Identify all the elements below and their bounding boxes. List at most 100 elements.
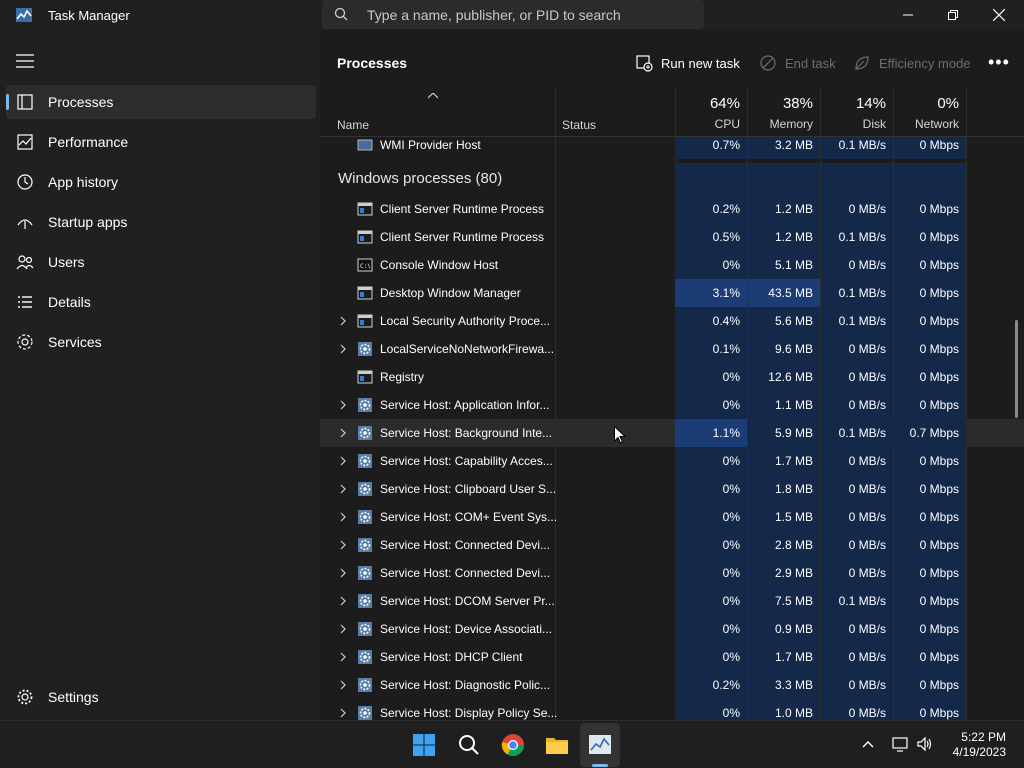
network-value: 0 Mbps: [894, 279, 966, 307]
processes-icon: [17, 94, 33, 110]
chevron-right-icon[interactable]: [338, 623, 348, 635]
table-row[interactable]: Service Host: Connected Devi... 0% 2.8 MB 0…: [320, 531, 1024, 559]
sort-up-icon[interactable]: [428, 93, 438, 99]
table-row[interactable]: Service Host: Display Policy Se... 0% 1.0 …: [320, 699, 1024, 720]
chevron-right-icon[interactable]: [338, 511, 348, 523]
table-row[interactable]: C:\ Console Window Host 0% 5.1 MB 0 MB/s 0 Mb…: [320, 251, 1024, 279]
memory-value: 5.6 MB: [748, 307, 820, 335]
table-row[interactable]: Service Host: DCOM Server Pr... 0% 7.5 MB 0…: [320, 587, 1024, 615]
process-name: Service Host: DCOM Server Pr...: [380, 594, 555, 608]
disk-value: 0 MB/s: [821, 671, 893, 699]
chevron-up-icon[interactable]: [862, 740, 874, 748]
restore-button[interactable]: [930, 0, 976, 30]
clock-date: 4/19/2023: [952, 745, 1006, 759]
sidebar-item-label: Startup apps: [48, 214, 128, 230]
close-button[interactable]: [976, 0, 1022, 30]
table-row[interactable]: Service Host: Device Associati... 0% 0.9 M…: [320, 615, 1024, 643]
sidebar-item-details[interactable]: Details: [6, 285, 316, 319]
memory-value: 5.1 MB: [748, 251, 820, 279]
minimize-button[interactable]: [885, 0, 931, 30]
process-name: Service Host: Application Infor...: [380, 398, 550, 412]
chevron-right-icon[interactable]: [338, 707, 348, 719]
table-row[interactable]: Service Host: Capability Acces... 0% 1.7 M…: [320, 447, 1024, 475]
column-name[interactable]: Name: [337, 118, 369, 132]
sidebar-item-performance[interactable]: Performance: [6, 125, 316, 159]
network-icon[interactable]: [892, 736, 910, 752]
task-manager-taskbar-icon[interactable]: [587, 732, 613, 758]
column-memory[interactable]: 38% Memory: [748, 88, 820, 136]
table-row[interactable]: Service Host: Connected Devi... 0% 2.9 MB 0…: [320, 559, 1024, 587]
table-row[interactable]: Desktop Window Manager 3.1% 43.5 MB 0.1 MB/…: [320, 279, 1024, 307]
end-task-button[interactable]: End task: [759, 52, 836, 74]
chevron-right-icon[interactable]: [338, 315, 348, 327]
search-input[interactable]: Type a name, publisher, or PID to search: [367, 7, 621, 23]
disk-value: 0 MB/s: [821, 363, 893, 391]
gear-icon: [358, 538, 372, 552]
gear-icon: [358, 342, 372, 356]
table-row[interactable]: Service Host: Application Infor... 0% 1.1 …: [320, 391, 1024, 419]
chevron-right-icon[interactable]: [338, 427, 348, 439]
chevron-right-icon[interactable]: [338, 679, 348, 691]
memory-value: 1.2 MB: [748, 195, 820, 223]
column-cpu[interactable]: 64% CPU: [675, 88, 747, 136]
chevron-right-icon[interactable]: [338, 595, 348, 607]
column-network[interactable]: 0% Network: [894, 88, 966, 136]
chevron-right-icon[interactable]: [338, 651, 348, 663]
sidebar-item-app-history[interactable]: App history: [6, 165, 316, 199]
table-row[interactable]: Service Host: Clipboard User S... 0% 1.8 M…: [320, 475, 1024, 503]
file-explorer-icon[interactable]: [544, 732, 570, 758]
table-row[interactable]: Service Host: Diagnostic Polic... 0.2% 3.3…: [320, 671, 1024, 699]
sidebar-item-settings[interactable]: Settings: [6, 680, 316, 714]
efficiency-mode-label: Efficiency mode: [879, 55, 971, 71]
efficiency-mode-button[interactable]: Efficiency mode: [853, 52, 971, 74]
scrollbar-thumb[interactable]: [1015, 320, 1018, 418]
process-name: Service Host: Connected Devi...: [380, 538, 551, 552]
table-row[interactable]: Registry 0% 12.6 MB 0 MB/s 0 Mbps: [320, 363, 1024, 391]
window-icon: [357, 314, 373, 328]
table-row[interactable]: Service Host: DHCP Client 0% 1.7 MB 0 MB/s 0…: [320, 643, 1024, 671]
chevron-right-icon[interactable]: [338, 455, 348, 467]
gear-icon: [358, 398, 372, 412]
column-disk[interactable]: 14% Disk: [821, 88, 893, 136]
search-taskbar-icon[interactable]: [456, 732, 482, 758]
table-row[interactable]: WMI Provider Host 0.7% 3.2 MB 0.1 MB/s 0…: [320, 137, 1024, 159]
sidebar-item-processes[interactable]: Processes: [6, 85, 316, 119]
column-status[interactable]: Status: [562, 118, 596, 132]
cpu-value: 0.2%: [675, 195, 747, 223]
table-row[interactable]: Local Security Authority Proce... 0.4% 5.6…: [320, 307, 1024, 335]
active-indicator: [6, 94, 9, 110]
chevron-right-icon[interactable]: [338, 343, 348, 355]
table-row[interactable]: Service Host: COM+ Event Sys... 0% 1.5 MB 0…: [320, 503, 1024, 531]
cpu-label: CPU: [714, 117, 740, 131]
sidebar-item-users[interactable]: Users: [6, 245, 316, 279]
chevron-right-icon[interactable]: [338, 539, 348, 551]
memory-value: 1.7 MB: [748, 643, 820, 671]
gear-icon: [358, 566, 372, 580]
more-options-button[interactable]: •••: [988, 52, 1010, 73]
table-row[interactable]: LocalServiceNoNetworkFirewa... 0.1% 9.6 MB…: [320, 335, 1024, 363]
cpu-value: 0%: [675, 699, 747, 720]
search-box[interactable]: Type a name, publisher, or PID to search: [322, 0, 704, 29]
memory-value: 1.2 MB: [748, 223, 820, 251]
volume-icon[interactable]: [916, 736, 934, 752]
table-row[interactable]: Client Server Runtime Process 0.2% 1.2 MB 0…: [320, 195, 1024, 223]
memory-label: Memory: [769, 117, 813, 131]
hamburger-menu-icon[interactable]: [16, 54, 34, 68]
sidebar-item-services[interactable]: Services: [6, 325, 316, 359]
disk-value: 0 MB/s: [821, 559, 893, 587]
chrome-icon[interactable]: [500, 732, 526, 758]
sidebar-item-startup-apps[interactable]: Startup apps: [6, 205, 316, 239]
network-label: Network: [914, 117, 959, 131]
chevron-right-icon[interactable]: [338, 399, 348, 411]
performance-icon: [17, 134, 33, 150]
memory-value: 1.8 MB: [748, 475, 820, 503]
table-row[interactable]: Service Host: Background Inte... 1.1% 5.9 …: [320, 419, 1024, 447]
chevron-right-icon[interactable]: [338, 567, 348, 579]
system-clock[interactable]: 5:22 PM 4/19/2023: [953, 730, 1006, 760]
network-value: 0 Mbps: [894, 137, 966, 159]
run-new-task-button[interactable]: Run new task: [635, 52, 740, 74]
window-title: Task Manager: [48, 8, 130, 23]
windows-start-icon[interactable]: [411, 732, 437, 758]
table-row[interactable]: Client Server Runtime Process 0.5% 1.2 MB 0…: [320, 223, 1024, 251]
chevron-right-icon[interactable]: [338, 483, 348, 495]
